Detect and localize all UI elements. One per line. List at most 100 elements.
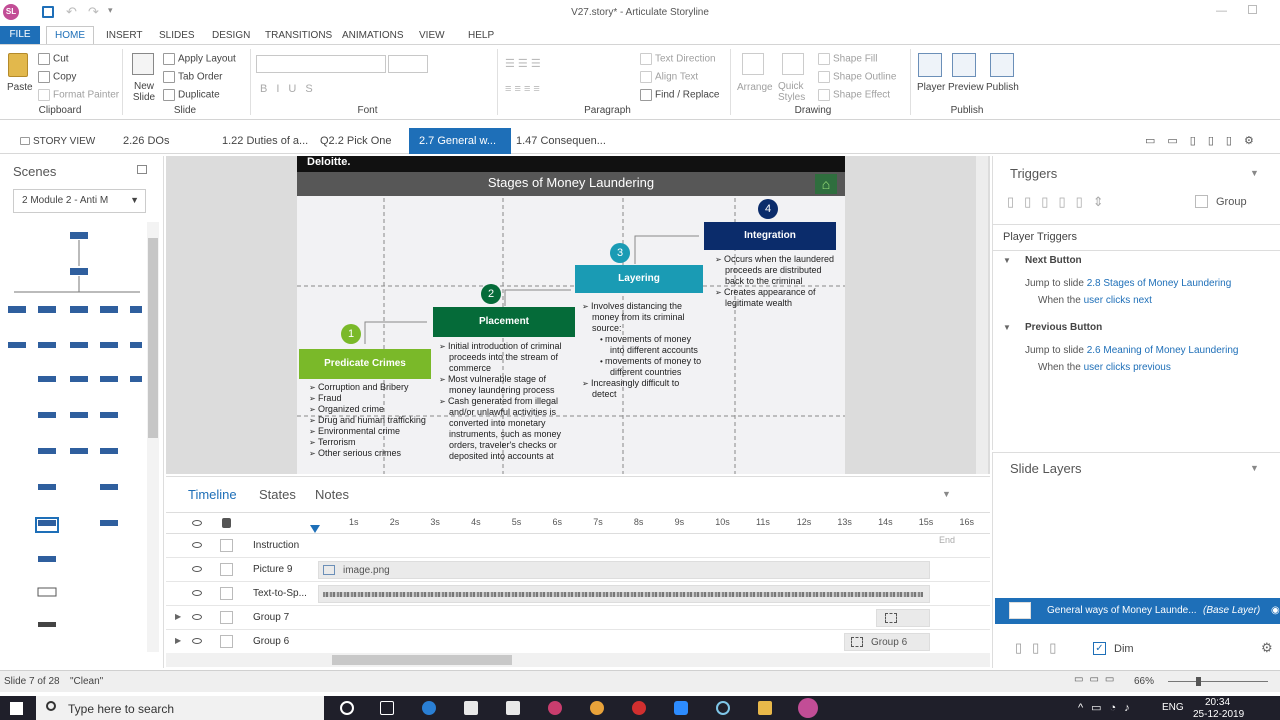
font-format-icons[interactable]: BIUS: [260, 83, 322, 95]
tab-order-button[interactable]: Tab Order: [163, 71, 222, 83]
shape-outline-button[interactable]: Shape Outline: [818, 71, 896, 83]
apply-layout-button[interactable]: Apply Layout: [163, 53, 236, 65]
slide-tab[interactable]: 1.22 Duties of a...: [222, 128, 308, 154]
next-button-trigger[interactable]: Next Button: [1025, 255, 1082, 266]
dim-checkbox[interactable]: ✓: [1093, 642, 1106, 655]
trigger-action[interactable]: Jump to slide 2.8 Stages of Money Launde…: [1025, 278, 1231, 289]
scrollbar-thumb[interactable]: [332, 655, 512, 665]
tab-file[interactable]: FILE: [0, 26, 40, 44]
tab-states[interactable]: States: [259, 487, 296, 502]
tray-icons[interactable]: ^▭◔♪: [1078, 701, 1138, 714]
minimize-icon[interactable]: —: [1216, 5, 1227, 17]
lock-checkbox[interactable]: [220, 635, 233, 648]
publish-button[interactable]: Publish: [986, 82, 1019, 93]
tab-notes[interactable]: Notes: [315, 487, 349, 502]
preview-button[interactable]: Preview: [948, 82, 984, 93]
slide-tab[interactable]: 1.47 Consequen...: [516, 128, 606, 154]
tab-view[interactable]: VIEW: [419, 30, 445, 41]
layer-toolbar-icons[interactable]: ▯▯▯: [1015, 640, 1066, 656]
scrollbar-thumb[interactable]: [148, 238, 158, 438]
previous-button-trigger[interactable]: Previous Button: [1025, 322, 1102, 333]
collapse-icon[interactable]: ▼: [1250, 463, 1259, 473]
scene-select[interactable]: 2 Module 2 - Anti M ▼: [13, 189, 146, 213]
zoom-app-icon[interactable]: [674, 701, 688, 715]
edge-icon[interactable]: [422, 701, 436, 715]
tab-home[interactable]: HOME: [46, 26, 94, 45]
timeline-row[interactable]: Picture 9 image.png: [166, 558, 990, 582]
clock-time[interactable]: 20:34: [1205, 697, 1230, 708]
tab-animations[interactable]: ANIMATIONS: [342, 30, 403, 41]
pin-panel-icon[interactable]: [137, 165, 147, 174]
collapse-icon[interactable]: ▼: [942, 489, 951, 499]
copy-button[interactable]: Copy: [38, 71, 76, 83]
expand-row-icon[interactable]: ▶: [175, 636, 181, 645]
base-layer-row[interactable]: General ways of Money Launde... (Base La…: [995, 598, 1280, 624]
timeline-row[interactable]: Instruction End: [166, 534, 990, 558]
scene-map[interactable]: [4, 226, 144, 656]
timeline-bar[interactable]: [876, 609, 930, 627]
paste-icon[interactable]: [8, 53, 28, 77]
shape-effect-button[interactable]: Shape Effect: [818, 89, 890, 101]
eye-icon[interactable]: [192, 566, 202, 572]
mail-icon[interactable]: [506, 701, 520, 715]
tab-insert[interactable]: INSERT: [106, 30, 143, 41]
font-family-select[interactable]: [256, 55, 386, 73]
player-icon[interactable]: [918, 53, 942, 77]
new-slide-icon[interactable]: [132, 53, 154, 75]
find-replace-button[interactable]: Find / Replace: [640, 89, 719, 101]
expand-icon[interactable]: ▼: [1003, 323, 1011, 332]
trigger-toolbar-icons[interactable]: ▯▯▯▯▯⇕: [1007, 194, 1114, 210]
paste-button[interactable]: Paste: [7, 82, 33, 93]
publish-icon[interactable]: [990, 53, 1014, 77]
trigger-target-link[interactable]: 2.6 Meaning of Money Laundering: [1087, 345, 1239, 356]
timeline-row[interactable]: ▶ Group 6 Group 6: [166, 630, 990, 654]
timeline-bar[interactable]: image.png: [318, 561, 930, 579]
eye-icon[interactable]: [192, 638, 202, 644]
tab-slides[interactable]: SLIDES: [159, 30, 195, 41]
windows-start-icon[interactable]: [10, 702, 23, 715]
arrange-icon[interactable]: [742, 53, 764, 75]
tab-timeline[interactable]: Timeline: [188, 487, 237, 502]
bullets-icon[interactable]: ☰ ☰ ☰: [505, 57, 541, 70]
cortana-icon[interactable]: [340, 701, 354, 715]
restore-icon[interactable]: [1248, 5, 1257, 14]
lock-checkbox[interactable]: [220, 563, 233, 576]
device-preview-icons[interactable]: ▭▭▯▯▯⚙: [1145, 134, 1266, 147]
timeline-row[interactable]: Text-to-Sp...: [166, 582, 990, 606]
story-view-tab[interactable]: STORY VIEW: [20, 128, 95, 154]
chrome-icon[interactable]: [590, 701, 604, 715]
tab-transitions[interactable]: TRANSITIONS: [265, 30, 332, 41]
slack-icon[interactable]: [548, 701, 562, 715]
preview-icon[interactable]: [952, 53, 976, 77]
storyline-taskbar-icon[interactable]: [798, 698, 818, 718]
lock-checkbox[interactable]: [220, 587, 233, 600]
event-link[interactable]: next: [1133, 295, 1152, 306]
trigger-action[interactable]: Jump to slide 2.6 Meaning of Money Laund…: [1025, 345, 1238, 356]
text-direction-button[interactable]: Text Direction: [640, 53, 716, 65]
player-button[interactable]: Player: [917, 82, 945, 93]
collapse-icon[interactable]: ▼: [1250, 168, 1259, 178]
align-icons[interactable]: ≡ ≡ ≡ ≡: [505, 83, 540, 95]
duplicate-button[interactable]: Duplicate: [163, 89, 220, 101]
eye-icon[interactable]: [192, 614, 202, 620]
task-view-icon[interactable]: [380, 701, 394, 715]
tab-help[interactable]: HELP: [468, 30, 494, 41]
eye-icon[interactable]: [192, 542, 202, 548]
quick-styles-button[interactable]: Quick Styles: [778, 81, 808, 103]
slide-tab[interactable]: Q2.2 Pick One: [320, 128, 392, 154]
lock-checkbox[interactable]: [220, 539, 233, 552]
arrange-button[interactable]: Arrange: [737, 82, 773, 93]
zoom-slider[interactable]: [1168, 681, 1268, 682]
zoom-slider-thumb[interactable]: [1196, 677, 1201, 686]
expand-row-icon[interactable]: ▶: [175, 612, 181, 621]
slide[interactable]: Deloitte. Stages of Money Laundering ⌂ 1…: [297, 156, 845, 474]
gear-icon[interactable]: ⚙: [1261, 640, 1273, 656]
cut-button[interactable]: Cut: [38, 53, 69, 65]
file-explorer-icon[interactable]: [758, 701, 772, 715]
timeline-row[interactable]: ▶ Group 7: [166, 606, 990, 630]
format-painter-button[interactable]: Format Painter: [38, 89, 119, 101]
search-app-icon[interactable]: [716, 701, 730, 715]
taskbar-search[interactable]: Type here to search: [36, 696, 324, 720]
shape-fill-button[interactable]: Shape Fill: [818, 53, 877, 65]
canvas-scrollbar[interactable]: [976, 156, 988, 474]
